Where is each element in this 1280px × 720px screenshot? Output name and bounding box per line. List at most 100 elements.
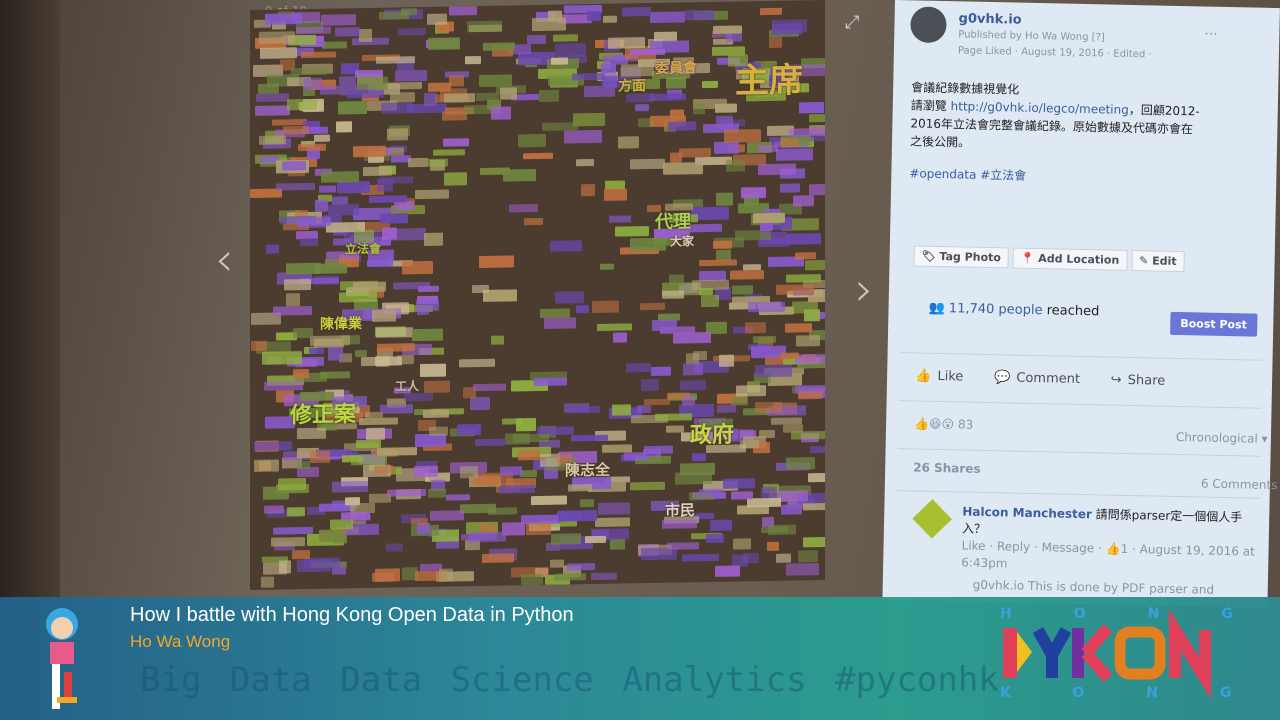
word-cloud-word: 委員會	[655, 60, 697, 77]
word-cloud-mark	[273, 527, 314, 535]
page-name[interactable]: g0vhk.io	[958, 11, 1021, 27]
word-cloud-mark	[678, 147, 711, 158]
word-cloud-mark	[602, 15, 618, 23]
word-cloud-mark	[297, 217, 332, 227]
comment-actions[interactable]: Like · Reply · Message ·	[961, 539, 1105, 556]
word-cloud-mark	[386, 543, 403, 553]
post-link[interactable]: http://g0vhk.io/legco/meeting	[950, 99, 1129, 117]
word-cloud-mark	[768, 36, 782, 48]
commenter-avatar[interactable]	[912, 499, 952, 539]
word-cloud-mark	[284, 278, 312, 291]
word-cloud-mark	[376, 178, 394, 192]
word-cloud-mark	[786, 457, 815, 470]
post-text: 請瀏覽	[910, 98, 951, 114]
word-cloud-mark	[427, 37, 460, 50]
facebook-post: g0vhk.io Published by Ho Wa Wong [?] Pag…	[882, 0, 1280, 608]
pencil-icon: ✎	[1138, 254, 1153, 268]
word-cloud-mark	[522, 152, 553, 160]
word-cloud-mark	[554, 43, 587, 57]
edit-button[interactable]: ✎ Edit	[1130, 250, 1185, 273]
word-cloud-mark	[710, 519, 733, 532]
word-cloud-mark	[572, 72, 605, 81]
word-cloud-mark	[338, 75, 356, 85]
word-cloud-mark	[662, 290, 685, 299]
word-cloud-mark	[808, 113, 825, 123]
word-cloud-mark	[520, 573, 544, 586]
word-cloud-mark	[465, 55, 482, 65]
like-button[interactable]: 👍 Like	[915, 369, 964, 385]
boost-post-button[interactable]: Boost Post	[1170, 311, 1258, 337]
word-cloud-mark	[679, 380, 706, 391]
svg-text:HONG: HONG	[1000, 606, 1255, 622]
expand-icon[interactable]: ⤢	[845, 12, 859, 33]
chevron-left-icon[interactable]: ‹	[215, 232, 233, 286]
word-cloud-mark	[508, 203, 538, 213]
word-cloud-mark	[270, 536, 305, 547]
word-cloud-word: 陳偉業	[320, 316, 362, 333]
add-location-button[interactable]: 📍 Add Location	[1012, 247, 1128, 271]
word-cloud-mark	[692, 452, 706, 462]
word-cloud-mark	[253, 441, 293, 452]
word-cloud-mark	[808, 183, 825, 196]
word-cloud-mark	[567, 483, 592, 492]
comment-button[interactable]: 💬 Comment	[994, 370, 1080, 387]
reach-count[interactable]: 11,740 people	[949, 301, 1043, 318]
word-cloud-mark	[779, 183, 800, 193]
share-button[interactable]: ↪ Share	[1111, 373, 1166, 389]
word-cloud-mark	[554, 291, 584, 305]
word-cloud-mark	[387, 127, 408, 142]
word-cloud-mark	[478, 255, 514, 269]
word-cloud-mark	[262, 351, 302, 365]
word-cloud-mark	[724, 129, 762, 143]
word-cloud-mark	[803, 503, 825, 511]
word-cloud-mark	[608, 215, 632, 223]
speaker-name: Ho Wa Wong	[130, 632, 231, 651]
word-cloud-mark	[643, 398, 670, 406]
chevron-right-icon[interactable]: ›	[855, 262, 873, 316]
word-cloud-mark	[473, 383, 506, 391]
pycon-hk-logo: HONG KONG	[1000, 606, 1255, 701]
sort-dropdown[interactable]: Chronological ▾	[1176, 430, 1268, 446]
shares-count[interactable]: 26 Shares	[913, 460, 981, 475]
word-cloud-mark	[433, 149, 465, 157]
hashtags[interactable]: #opendata #立法會	[909, 164, 1239, 189]
comment-author[interactable]: Halcon Manchester	[962, 505, 1092, 522]
word-cloud-mark	[719, 354, 734, 367]
word-cloud-mark	[372, 572, 394, 582]
word-cloud-mark	[600, 263, 614, 270]
word-cloud-mark	[428, 488, 447, 499]
word-cloud-mark	[422, 409, 450, 418]
word-cloud-mark	[699, 259, 738, 266]
word-cloud-mark	[761, 486, 778, 499]
word-cloud-mark	[351, 454, 387, 466]
word-cloud-word: 修正案	[290, 402, 357, 429]
word-cloud-mark	[618, 135, 639, 149]
like-icon: 👍	[1105, 541, 1121, 556]
word-cloud-mark	[293, 327, 314, 338]
word-cloud-mark	[427, 158, 448, 167]
word-cloud-mark	[500, 87, 518, 100]
word-cloud-mark	[777, 490, 808, 502]
word-cloud-mark	[315, 199, 329, 212]
word-cloud-mark	[716, 115, 733, 129]
comments-count[interactable]: 6 Comments	[1201, 477, 1278, 493]
more-options-button[interactable]: ···	[1204, 26, 1218, 42]
reaction-count[interactable]: 83	[958, 417, 974, 431]
word-cloud-mark	[318, 529, 339, 542]
word-cloud-mark	[376, 56, 416, 64]
page-avatar[interactable]	[910, 6, 947, 44]
word-cloud-word: 工人	[395, 379, 420, 394]
word-cloud-mark	[408, 158, 429, 168]
reach-label: reached	[1042, 303, 1100, 320]
word-cloud-mark	[772, 23, 803, 35]
word-cloud-mark	[264, 12, 302, 25]
word-cloud-mark	[629, 237, 666, 251]
tag-photo-button[interactable]: 🏷 Tag Photo	[913, 245, 1010, 269]
word-cloud-mark	[512, 434, 549, 443]
word-cloud-mark	[526, 34, 547, 45]
word-cloud-mark	[482, 42, 515, 52]
word-cloud-mark	[701, 81, 719, 89]
word-cloud-mark	[668, 120, 697, 131]
word-cloud-mark	[358, 29, 372, 43]
word-cloud-mark	[414, 465, 439, 478]
